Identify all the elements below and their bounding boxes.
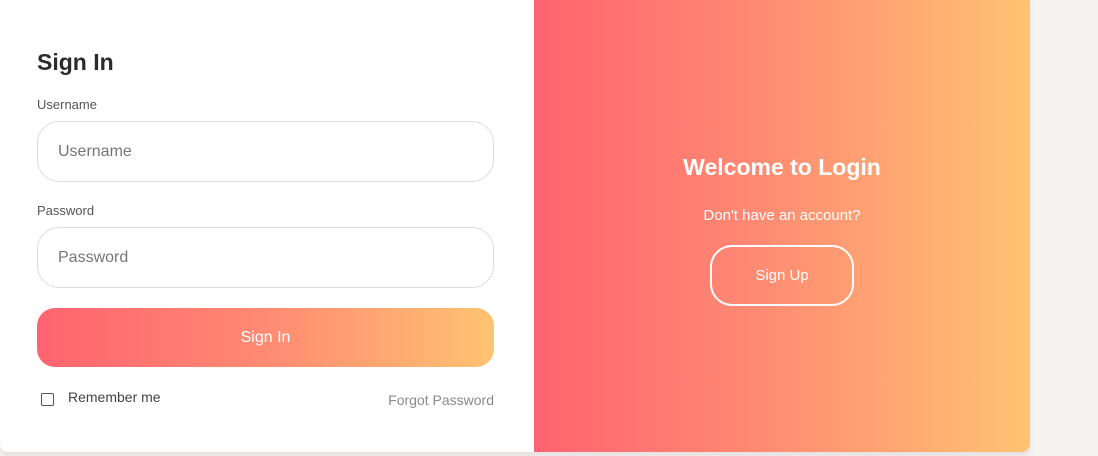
welcome-panel: Welcome to Login Don't have an account? … bbox=[534, 0, 1030, 452]
remember-me-checkbox[interactable] bbox=[41, 393, 54, 406]
password-label: Password bbox=[37, 203, 95, 218]
password-input[interactable] bbox=[37, 227, 494, 288]
welcome-title: Welcome to Login bbox=[683, 154, 881, 180]
no-account-text: Don't have an account? bbox=[703, 207, 861, 224]
sign-in-panel: Sign In Username Password Sign In Rememb… bbox=[0, 0, 534, 452]
username-label: Username bbox=[37, 97, 97, 112]
remember-me-row: Remember me bbox=[41, 388, 161, 406]
forgot-password-link[interactable]: Forgot Password bbox=[388, 392, 494, 408]
remember-me-label[interactable]: Remember me bbox=[68, 389, 161, 405]
sign-in-button[interactable]: Sign In bbox=[37, 308, 494, 367]
login-card: Sign In Username Password Sign In Rememb… bbox=[0, 0, 1030, 452]
sign-in-title: Sign In bbox=[37, 49, 114, 75]
username-input[interactable] bbox=[37, 121, 494, 182]
sign-up-button[interactable]: Sign Up bbox=[710, 245, 854, 306]
